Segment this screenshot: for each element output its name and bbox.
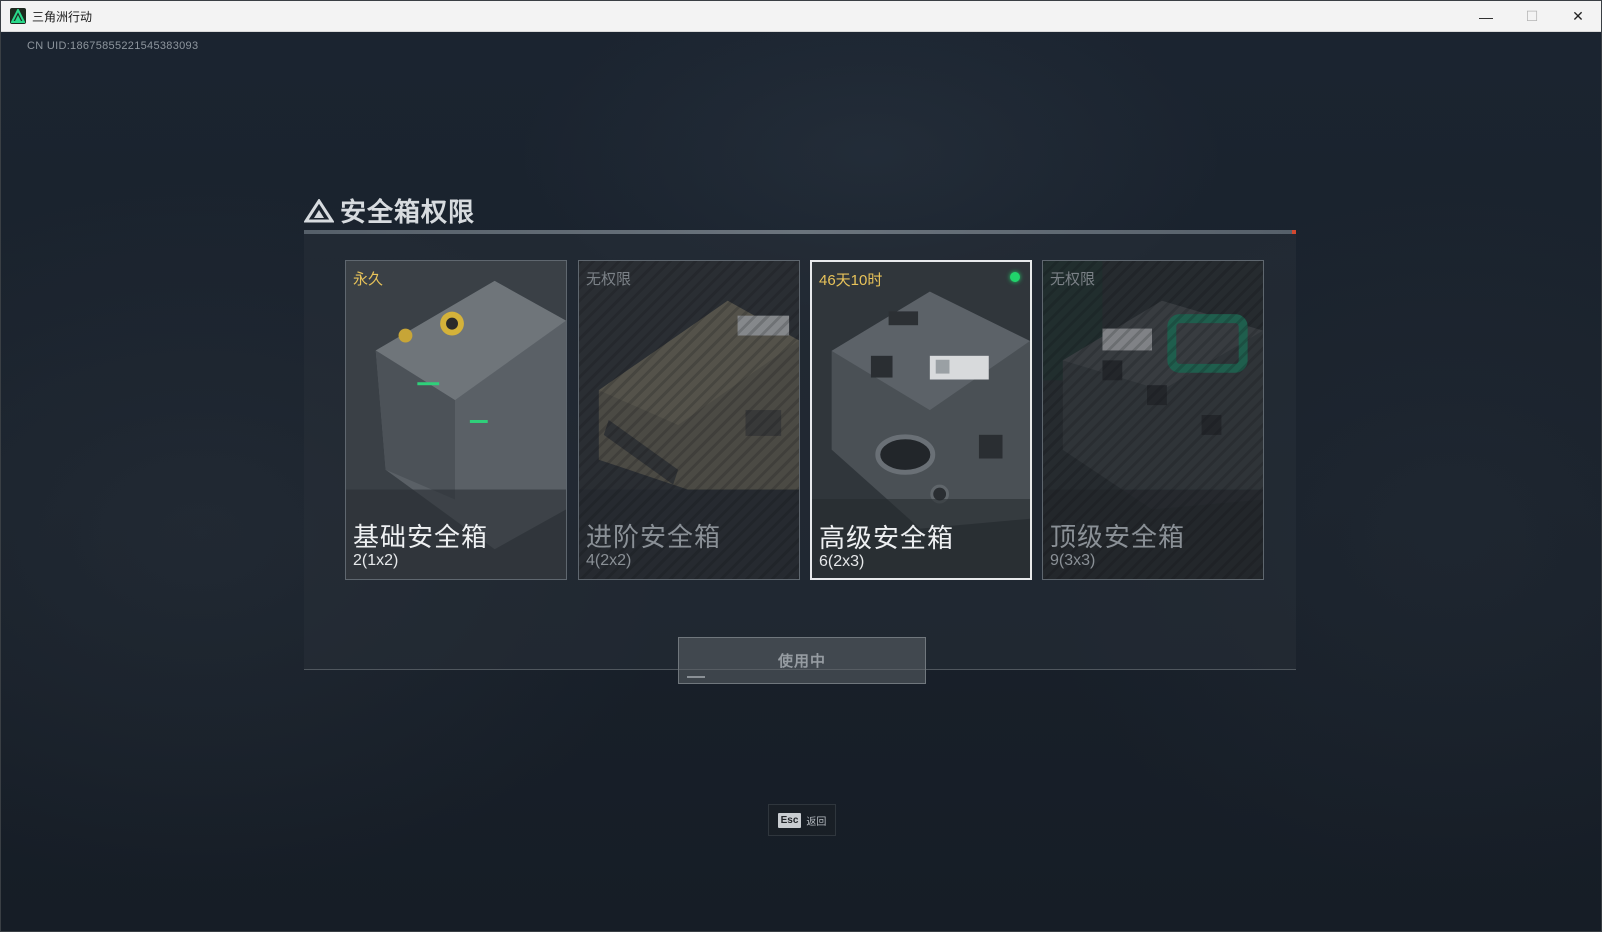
window-title: 三角洲行动 [32,9,93,24]
safebox-card-premium[interactable]: 46天10时 高级安全箱 6(2x3) [810,260,1032,580]
maximize-button[interactable]: ☐ [1509,1,1555,32]
card-name: 进阶安全箱 [586,522,722,552]
app-logo-icon [10,8,26,24]
in-use-button-label: 使用中 [777,653,826,670]
game-window: 三角洲行动 — ☐ ✕ CN UID:18675855221545383093 … [0,0,1602,932]
window-controls: — ☐ ✕ [1463,1,1601,32]
safebox-card-top[interactable]: 无权限 顶级安全箱 9(3x3) [1042,260,1264,580]
card-capacity: 2(1x2) [353,552,399,569]
back-hint[interactable]: Esc 返回 [768,804,836,836]
close-button[interactable]: ✕ [1555,1,1601,32]
dialog-header: 安全箱权限 [304,192,475,229]
card-name: 基础安全箱 [353,522,489,552]
card-name: 顶级安全箱 [1050,522,1186,552]
card-status: 永久 [353,271,384,288]
back-label: 返回 [806,816,827,828]
safebox-card-advanced[interactable]: 无权限 进阶安全箱 4(2x2) [578,260,800,580]
card-capacity: 4(2x2) [586,552,632,569]
panel-top-border [304,230,1296,234]
title-bar: 三角洲行动 — ☐ ✕ [1,1,1601,32]
card-capacity: 9(3x3) [1050,552,1096,569]
card-status: 无权限 [586,271,632,288]
card-name: 高级安全箱 [819,523,955,553]
card-capacity: 6(2x3) [819,553,865,570]
safebox-card-basic[interactable]: 永久 基础安全箱 2(1x2) [345,260,567,580]
minimize-button[interactable]: — [1463,1,1509,32]
dialog-title: 安全箱权限 [340,197,476,227]
in-use-indicator [1010,272,1020,282]
in-use-button[interactable]: 使用中 [678,637,926,684]
card-status: 无权限 [1050,271,1096,288]
delta-logo-icon [304,198,334,222]
uid-label: CN UID:18675855221545383093 [27,40,199,52]
card-status: 46天10时 [819,272,883,289]
esc-key-icon: Esc [777,812,802,828]
